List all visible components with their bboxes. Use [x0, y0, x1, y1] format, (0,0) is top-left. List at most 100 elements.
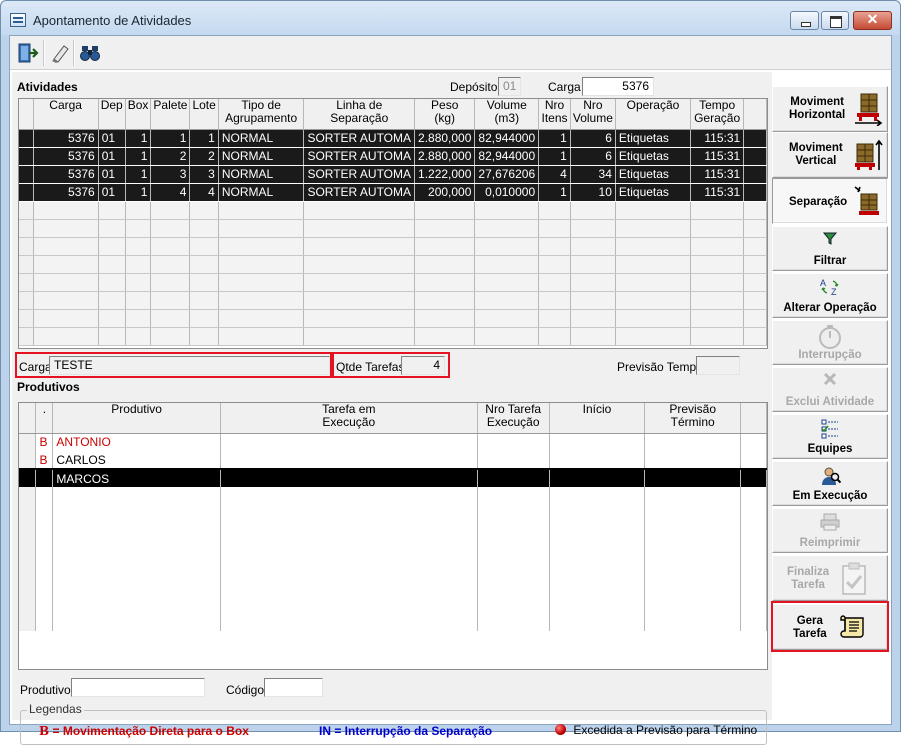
deposito-label: Depósito: [450, 80, 498, 94]
button-label: Finaliza Tarefa: [787, 566, 830, 591]
empty-cell: [570, 219, 616, 238]
finaliza-tarefa-button[interactable]: Finaliza Tarefa: [772, 555, 888, 601]
produtivos-column-header[interactable]: .: [35, 403, 54, 434]
row-indicator: [19, 219, 34, 238]
empty-cell: [52, 487, 221, 505]
empty-cell: [477, 523, 550, 541]
atividade-cell: 200,000: [414, 183, 476, 202]
produtivo-row[interactable]: B ANTONIO: [19, 433, 767, 451]
empty-cell: [150, 219, 191, 238]
alterar-operacao-button[interactable]: A Z Alterar Operação: [772, 273, 888, 318]
row-indicator: [19, 273, 34, 292]
atividades-column-header[interactable]: Nro Itens: [538, 99, 571, 130]
empty-cell: [35, 613, 54, 631]
empty-cell: [52, 505, 221, 523]
row-indicator-header: [19, 99, 34, 130]
atividades-column-header[interactable]: Dep: [98, 99, 126, 130]
empty-cell: [150, 237, 191, 256]
atividade-row[interactable]: 5376 01 1 2 2 NORMAL SORTER AUTOMA 2.880,000 82,…: [19, 147, 767, 166]
empty-cell: [189, 273, 219, 292]
empty-row: [19, 219, 767, 238]
exclui-atividade-button[interactable]: Exclui Atividade: [772, 367, 888, 412]
produtivo-row[interactable]: MARCOS: [19, 468, 767, 487]
atividade-row[interactable]: 5376 01 1 3 3 NORMAL SORTER AUTOMA 1.222,000 27,…: [19, 165, 767, 184]
moviment-horizontal-button[interactable]: Moviment Horizontal: [772, 86, 888, 132]
atividades-column-header[interactable]: Palete: [150, 99, 191, 130]
produtivo-flag: [35, 468, 54, 487]
empty-row: [19, 613, 767, 631]
empty-row: [19, 327, 767, 346]
atividades-column-header[interactable]: Tipo de Agrupamento: [218, 99, 305, 130]
maximize-button[interactable]: [821, 11, 849, 30]
atividades-column-header[interactable]: Carga: [33, 99, 99, 130]
moviment-vertical-button[interactable]: Moviment Vertical: [772, 132, 888, 178]
atividade-row[interactable]: 5376 01 1 1 1 NORMAL SORTER AUTOMA 2.880,000 82,…: [19, 129, 767, 148]
atividades-column-header[interactable]: Nro Volume: [570, 99, 616, 130]
empty-cell: [220, 541, 478, 559]
atividade-cell: Etiquetas: [615, 129, 692, 148]
empty-cell: [414, 201, 476, 220]
empty-row: [19, 273, 767, 292]
produtivo-flag: B: [35, 451, 54, 469]
produtivo-name: ANTONIO: [52, 433, 221, 451]
atividades-column-header[interactable]: Volume (m3): [474, 99, 540, 130]
atividades-column-header[interactable]: Tempo Geração: [690, 99, 745, 130]
produtivos-column-header[interactable]: Produtivo: [52, 403, 221, 434]
filtrar-button[interactable]: Filtrar: [772, 226, 888, 271]
reimprimir-button[interactable]: Reimprimir: [772, 508, 888, 553]
title-bar[interactable]: Apontamento de Atividades ✕: [1, 1, 900, 35]
produtivos-column-header[interactable]: Início: [549, 403, 646, 434]
empty-cell: [549, 541, 646, 559]
equipes-button[interactable]: Equipes: [772, 414, 888, 459]
minimize-button[interactable]: [790, 11, 819, 30]
interrupcao-button[interactable]: Interrupção: [772, 320, 888, 365]
empty-cell: [615, 273, 692, 292]
empty-cell: [189, 309, 219, 328]
atividade-cell: 3: [189, 165, 219, 184]
atividades-column-header[interactable]: Peso (kg): [414, 99, 476, 130]
empty-cell: [477, 613, 550, 631]
empty-cell: [150, 255, 191, 274]
atividades-grid: Carga Dep Box Palete Lote Tipo de Agrupamento L…: [18, 98, 768, 349]
produtivo-name: CARLOS: [52, 451, 221, 469]
produtivo-input[interactable]: [71, 678, 205, 697]
empty-cell: [218, 201, 305, 220]
em-execucao-button[interactable]: Em Execução: [772, 461, 888, 506]
empty-cell: [477, 505, 550, 523]
atividade-row[interactable]: 5376 01 1 4 4 NORMAL SORTER AUTOMA 200,000 0,010…: [19, 183, 767, 202]
clear-button[interactable]: [46, 39, 73, 66]
separacao-button[interactable]: Separação: [772, 178, 888, 224]
produtivos-column-header[interactable]: Tarefa em Execução: [220, 403, 478, 434]
produtivo-row[interactable]: B CARLOS: [19, 451, 767, 469]
atividade-cell: Etiquetas: [615, 165, 692, 184]
produtivos-column-header[interactable]: Nro Tarefa Execução: [477, 403, 550, 434]
empty-cell: [218, 327, 305, 346]
legend-b-text: = Movimentação Direta para o Box: [52, 724, 249, 738]
atividades-column-header[interactable]: Linha de Separação: [303, 99, 416, 130]
exit-button[interactable]: [14, 39, 41, 66]
atividades-column-header[interactable]: Operação: [615, 99, 692, 130]
button-label: Alterar Operação: [783, 302, 877, 314]
produtivo-cell: [644, 468, 742, 487]
empty-cell: [33, 237, 99, 256]
empty-cell: [615, 291, 692, 310]
empty-cell: [538, 309, 571, 328]
produtivo-cell: [477, 451, 550, 469]
empty-cell: [125, 309, 152, 328]
produtivos-column-header[interactable]: Previsão Término: [644, 403, 742, 434]
atividades-column-header[interactable]: Lote: [189, 99, 219, 130]
close-button[interactable]: ✕: [853, 11, 892, 30]
empty-cell: [615, 327, 692, 346]
empty-cell: [150, 327, 191, 346]
empty-cell: [52, 541, 221, 559]
codigo-input[interactable]: [264, 678, 323, 697]
atividade-cell: 82,944000: [474, 129, 540, 148]
atividades-column-header[interactable]: Box: [125, 99, 152, 130]
legend-in-symbol: IN: [319, 724, 331, 738]
atividade-cell: SORTER AUTOMA: [303, 129, 416, 148]
empty-cell: [538, 273, 571, 292]
atividade-cell: 2: [189, 147, 219, 166]
carga-filter-input[interactable]: 5376: [582, 77, 654, 96]
atividades-section-label: Atividades: [17, 80, 78, 94]
search-button[interactable]: [76, 39, 103, 66]
